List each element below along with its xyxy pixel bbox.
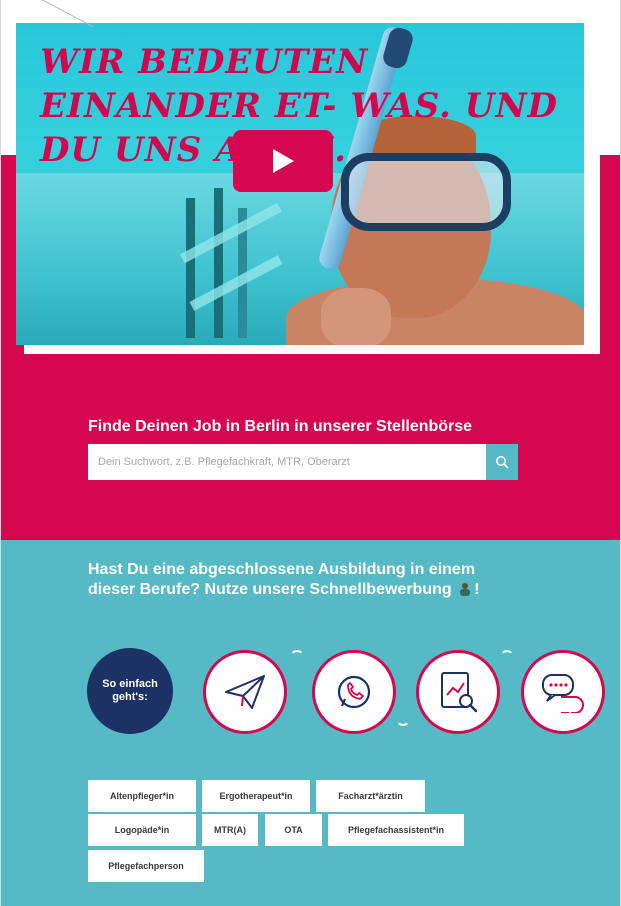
- paper-plane-icon: [225, 675, 265, 709]
- tag-pflegefachassistent[interactable]: Pflegefachassistent*in: [328, 814, 464, 846]
- tag-facharzt[interactable]: Facharzt*ärztin: [316, 780, 425, 812]
- step-send: [203, 650, 287, 734]
- step-chat: [521, 650, 605, 734]
- connector-arc: [500, 650, 514, 664]
- quick-apply-exclaim: !: [474, 581, 480, 598]
- pier-illustration: [176, 188, 296, 345]
- steps-label-circle: So einfach geht's:: [87, 648, 173, 734]
- chat-bubble-icon: [542, 674, 584, 713]
- job-search-bar: [88, 444, 518, 480]
- tag-mtra[interactable]: MTR(A): [202, 814, 258, 846]
- quick-apply-text: Hast Du eine abgeschlossene Ausbildung i…: [88, 561, 476, 598]
- quick-apply-title: Hast Du eine abgeschlossene Ausbildung i…: [88, 560, 508, 600]
- job-search-title: Finde Deinen Job in Berlin in unserer St…: [88, 418, 473, 435]
- tag-pflegefachperson[interactable]: Pflegefachperson: [88, 850, 204, 882]
- connector-arc: [290, 650, 304, 664]
- health-worker-emoji-icon: [460, 583, 471, 596]
- whatsapp-icon: [337, 675, 371, 709]
- job-search-input[interactable]: [88, 444, 486, 480]
- step-document: [416, 650, 500, 734]
- play-button[interactable]: [233, 130, 333, 192]
- tag-logopaede[interactable]: Logopäde*in: [88, 814, 196, 846]
- step-whatsapp: [312, 650, 396, 734]
- tag-ergotherapeut[interactable]: Ergotherapeut*in: [202, 780, 310, 812]
- tag-ota[interactable]: OTA: [265, 814, 322, 846]
- search-button[interactable]: [486, 444, 518, 480]
- tag-altenpfleger[interactable]: Altenpfleger*in: [88, 780, 196, 812]
- play-icon: [273, 149, 294, 173]
- document-search-icon: [441, 672, 478, 713]
- connector-arc: [396, 712, 410, 726]
- search-icon: [496, 456, 509, 469]
